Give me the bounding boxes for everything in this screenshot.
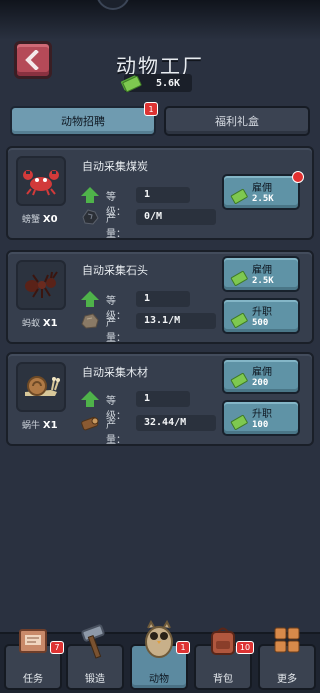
owl-icon [145, 619, 173, 658]
stone-icon [81, 313, 99, 329]
top-fade [0, 0, 320, 40]
output-value: 13.1/M [136, 313, 216, 329]
animal-count: 蚂蚁 X1 [22, 316, 58, 329]
wood-icon [81, 416, 99, 431]
hire-button[interactable]: 雇佣 2.5K [222, 256, 300, 292]
nav-label: 背包 [213, 674, 233, 685]
animal-card-snail: 蜗牛 X1 自动采集木材 等级： 1 产量： 32.44/M 雇佣 200 升职… [6, 352, 314, 446]
nav-badge: 1 [176, 641, 190, 654]
animal-count: 蜗牛 X1 [22, 418, 58, 431]
backpack-icon [211, 627, 235, 655]
upgrade-label: 升职 [252, 307, 272, 318]
arrow-up-icon [81, 391, 99, 407]
snail-icon [25, 376, 60, 396]
output-label: 产量： [106, 318, 126, 344]
coal-icon [82, 209, 99, 225]
upgrade-cost: 100 [252, 420, 269, 430]
cash-icon [230, 414, 248, 430]
hire-button[interactable]: 雇佣 200 [222, 358, 300, 394]
animal-name: 蚂蚁 [22, 319, 41, 329]
output-value: 32.44/M [136, 415, 216, 431]
nav-animals[interactable]: 动物 1 [130, 619, 190, 690]
tab-animal-recruit[interactable]: 动物招聘 1 [10, 102, 158, 136]
upgrade-button[interactable]: 升职 500 [222, 298, 300, 334]
nav-tasks[interactable]: 任务 7 [4, 629, 64, 690]
output-label: 产量： [106, 214, 126, 240]
output-label: 产量： [106, 420, 126, 446]
notification-dot [292, 171, 304, 183]
animal-card-crab: 螃蟹 X0 自动采集煤炭 等级： 1 产量： 0/M 雇佣 2.5K [6, 146, 314, 240]
task-label: 自动采集煤炭 [82, 160, 148, 173]
task-label: 自动采集木材 [82, 366, 148, 379]
hammer-icon [81, 624, 105, 659]
nav-label: 动物 [149, 674, 169, 685]
tab-welfare-box-label: 福利礼盒 [215, 115, 259, 128]
nav-label: 任务 [23, 674, 43, 685]
hire-cost: 2.5K [252, 194, 274, 204]
level-value: 1 [136, 291, 190, 307]
ant-portrait [16, 260, 66, 310]
animal-count-value: X1 [42, 318, 58, 329]
animal-count-value: X0 [42, 214, 58, 225]
arrow-up-icon [81, 187, 99, 203]
cash-icon [230, 312, 248, 328]
upgrade-label: 升职 [252, 409, 272, 420]
animal-count: 螃蟹 X0 [22, 212, 58, 225]
currency-value: 5.6K [156, 77, 181, 89]
cash-icon [120, 75, 142, 93]
nav-backpack[interactable]: 背包 10 [194, 627, 254, 690]
upgrade-cost: 500 [252, 318, 269, 328]
output-value: 0/M [136, 209, 216, 225]
tab-bar: 动物招聘 1 福利礼盒 [10, 102, 310, 136]
tab-badge: 1 [144, 102, 158, 116]
hire-cost: 200 [252, 378, 269, 388]
animal-name: 螃蟹 [22, 215, 41, 225]
cash-icon [230, 270, 248, 286]
bottom-nav: 任务 7 锻造 动物 1 背包 10 更多 [0, 619, 320, 693]
grid-icon [274, 627, 300, 653]
hire-label: 雇佣 [252, 367, 272, 378]
nav-forge[interactable]: 锻造 [66, 624, 124, 690]
task-label: 自动采集石头 [82, 264, 148, 277]
ant-icon [25, 271, 58, 298]
hire-label: 雇佣 [252, 183, 272, 194]
nav-badge: 7 [50, 641, 64, 654]
nav-badge: 10 [236, 641, 254, 654]
cash-icon [230, 372, 248, 388]
animal-name: 蜗牛 [22, 421, 41, 431]
snail-portrait [16, 362, 66, 412]
crab-icon [23, 170, 59, 196]
nav-label: 锻造 [85, 674, 105, 685]
currency-display: 5.6K [120, 74, 192, 93]
hire-cost: 2.5K [252, 276, 274, 286]
hire-label: 雇佣 [252, 265, 272, 276]
tab-animal-recruit-label: 动物招聘 [61, 115, 105, 128]
nav-label: 更多 [277, 674, 297, 685]
level-value: 1 [136, 391, 190, 407]
hire-button[interactable]: 雇佣 2.5K [222, 171, 304, 210]
upgrade-button[interactable]: 升职 100 [222, 400, 300, 436]
tab-welfare-box[interactable]: 福利礼盒 [164, 106, 310, 136]
quest-board-icon [19, 629, 47, 653]
level-value: 1 [136, 187, 190, 203]
arrow-up-icon [81, 291, 99, 307]
nav-more[interactable]: 更多 [258, 627, 316, 690]
cash-icon [230, 188, 248, 204]
animal-card-ant: 蚂蚁 X1 自动采集石头 等级： 1 产量： 13.1/M 雇佣 2.5K 升职… [6, 250, 314, 344]
crab-portrait [16, 156, 66, 206]
animal-count-value: X1 [42, 420, 58, 431]
